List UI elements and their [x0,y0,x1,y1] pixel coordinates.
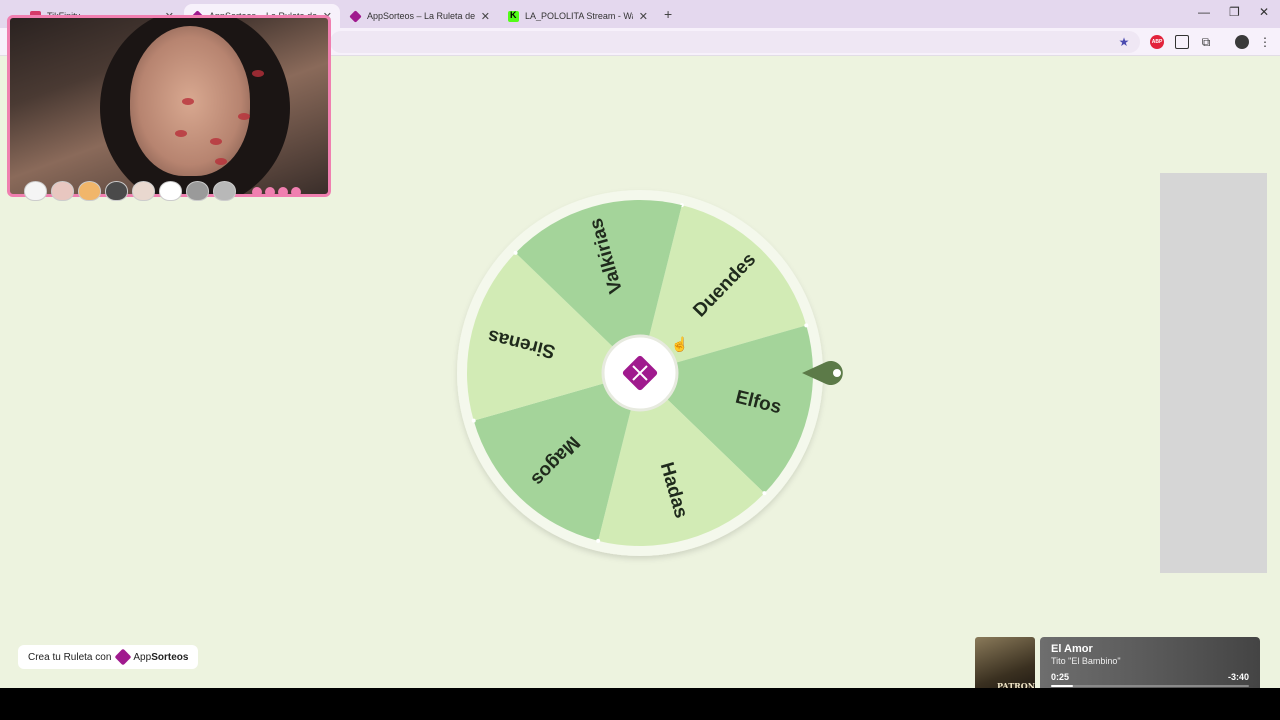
playback-progress-fill [1051,685,1073,687]
kiss-sticker [215,158,227,165]
song-title: El Amor [1051,643,1093,655]
create-wheel-promo[interactable]: Crea tu Ruleta con App Sorteos [18,645,199,669]
segment-divider-dot [762,491,767,496]
kiss-sticker [252,70,264,77]
bottom-black-bar [0,688,1280,720]
brand-name-bold: Sorteos [151,651,189,663]
kiss-sticker [175,130,187,137]
remaining-time: -3:40 [1227,672,1249,682]
kiss-sticker [182,98,194,105]
elapsed-time: 0:25 [1051,672,1070,682]
appsorteos-logo-icon [114,648,132,666]
segment-divider-dot [471,418,476,423]
segment-divider-dot [596,538,601,543]
side-panel-placeholder [1160,173,1267,573]
playback-progress-bar [1051,685,1249,687]
kiss-sticker [238,113,250,120]
segment-divider-dot [804,323,809,328]
song-artist: Tito "El Bambino" [1051,656,1121,666]
mouse-cursor-icon: ☝ [671,336,689,352]
promo-text: Crea tu Ruleta con [28,651,112,663]
brand-name-light: App [133,651,152,663]
kiss-sticker [210,138,222,145]
segment-divider-dot [513,250,518,255]
